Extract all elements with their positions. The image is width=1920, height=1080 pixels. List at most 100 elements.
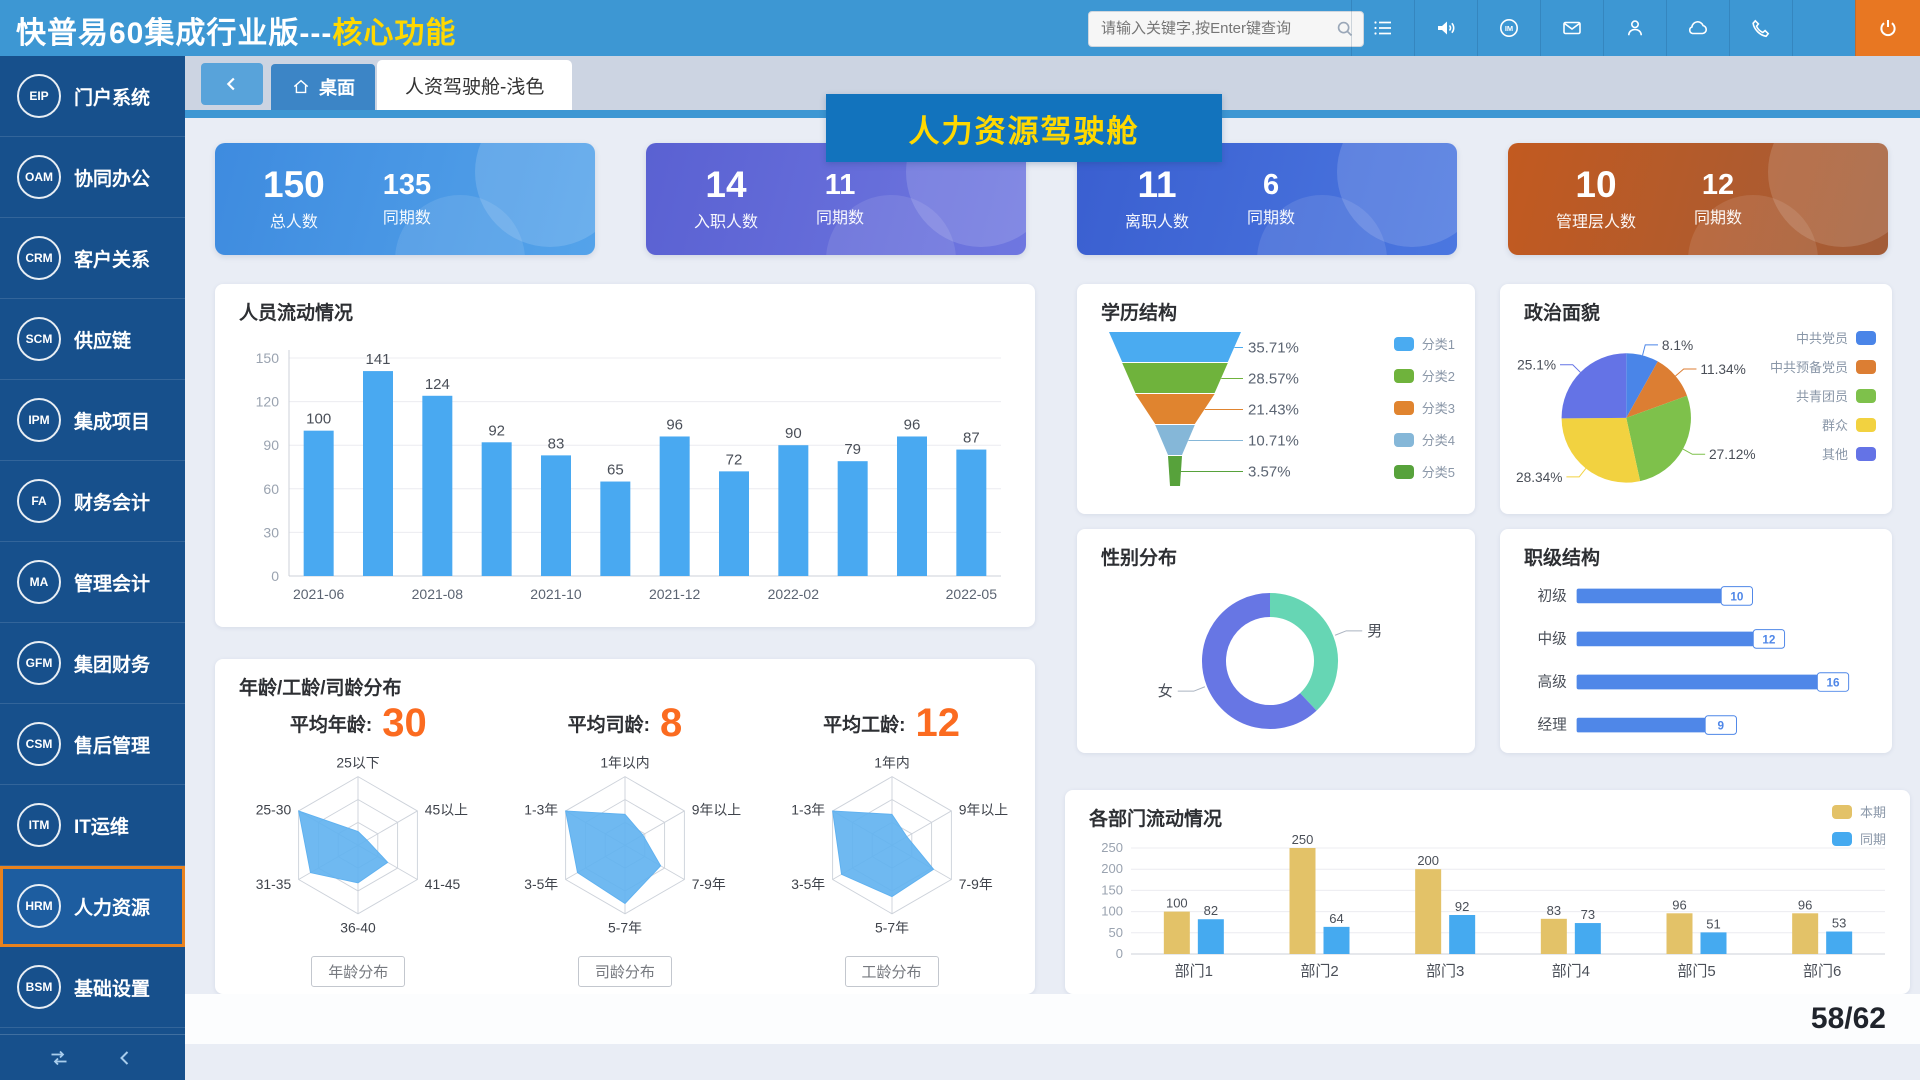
crm-badge-icon: CRM	[17, 236, 61, 280]
education-funnel-chart[interactable]: 35.71%28.57%21.43%10.71%3.57%	[1093, 326, 1343, 511]
svg-text:28.34%: 28.34%	[1516, 470, 1563, 485]
sidebar-item-oam[interactable]: OAM协同办公	[0, 137, 185, 218]
menu-list-icon[interactable]	[1351, 0, 1414, 56]
avg-age-value: 30	[382, 701, 427, 746]
kpi-total-headcount[interactable]: 150总人数 135同期数	[215, 143, 595, 255]
power-icon[interactable]	[1855, 0, 1920, 56]
back-button[interactable]	[201, 63, 263, 105]
bottom-scroll-strip[interactable]	[185, 994, 1920, 1044]
svg-text:65: 65	[607, 462, 624, 479]
legend-item[interactable]: 分类3	[1394, 398, 1455, 417]
cloud-icon[interactable]	[1666, 0, 1729, 56]
tab-hr-dashboard[interactable]: 人资驾驶舱-浅色	[377, 60, 572, 110]
im-messenger-icon[interactable]: IM	[1477, 0, 1540, 56]
back-chevron-icon	[221, 73, 243, 95]
svg-text:经理: 经理	[1538, 716, 1568, 733]
company-tenure-distribution-button[interactable]: 司龄分布	[578, 956, 672, 987]
svg-text:120: 120	[256, 394, 280, 410]
svg-text:27.12%: 27.12%	[1709, 447, 1756, 462]
sidebar-item-scm[interactable]: SCM供应链	[0, 299, 185, 380]
work-tenure-radar-group: 平均工龄:12 1年内9年以上7-9年5-7年3-5年1-3年 工龄分布	[758, 699, 1025, 987]
phone-icon[interactable]	[1729, 0, 1792, 56]
legend-item[interactable]: 中共预备党员	[1770, 357, 1876, 376]
topbar-icon-strip: IM	[1351, 0, 1920, 56]
legend-item[interactable]: 其他	[1822, 444, 1876, 463]
svg-text:2021-08: 2021-08	[412, 586, 464, 602]
svg-text:200: 200	[1101, 861, 1123, 876]
collapse-chevron-icon[interactable]	[114, 1046, 138, 1070]
svg-text:45以上: 45以上	[425, 802, 468, 818]
svg-text:部门1: 部门1	[1175, 963, 1213, 980]
svg-text:250: 250	[1101, 840, 1123, 855]
legend-item[interactable]: 共青团员	[1796, 386, 1876, 405]
avg-company-tenure-label: 平均司龄:	[568, 710, 650, 737]
sidebar-item-crm[interactable]: CRM客户关系	[0, 218, 185, 299]
political-status-pie-chart[interactable]: 8.1%11.34%27.12%28.34%25.1%	[1508, 316, 1770, 517]
svg-text:28.57%: 28.57%	[1248, 371, 1299, 388]
legend-item[interactable]: 分类1	[1394, 334, 1455, 353]
svg-text:250: 250	[1292, 834, 1314, 847]
sidebar-item-itm[interactable]: ITMIT运维	[0, 785, 185, 866]
age-radar-chart[interactable]: 25以下45以上41-4536-4031-3525-30	[232, 747, 484, 954]
app-title-accent: 核心功能	[332, 17, 456, 50]
svg-text:16: 16	[1826, 676, 1840, 689]
sidebar-item-fa[interactable]: FA财务会计	[0, 461, 185, 542]
svg-text:83: 83	[548, 435, 565, 452]
svg-text:7-9年: 7-9年	[958, 876, 992, 892]
avg-age-label: 平均年龄:	[290, 710, 372, 737]
sidebar-item-ma[interactable]: MA管理会计	[0, 542, 185, 623]
svg-text:35.71%: 35.71%	[1248, 340, 1299, 357]
tab-desktop[interactable]: 桌面	[271, 64, 375, 110]
page-indicator: 58/62	[1811, 1002, 1886, 1036]
svg-text:90: 90	[263, 437, 279, 453]
legend-item[interactable]: 分类5	[1394, 462, 1455, 481]
svg-text:30: 30	[263, 524, 279, 540]
sidebar-item-hrm[interactable]: HRM人力资源	[0, 866, 185, 947]
legend-item[interactable]: 分类2	[1394, 366, 1455, 385]
swap-horizontal-icon[interactable]	[47, 1046, 71, 1070]
svg-text:72: 72	[726, 451, 743, 468]
education-legend: 分类1 分类2 分类3 分类4 分类5	[1394, 334, 1455, 481]
speaker-icon[interactable]	[1414, 0, 1477, 56]
department-flow-title: 各部门流动情况	[1089, 804, 1222, 831]
sidebar-item-eip[interactable]: EIP门户系统	[0, 56, 185, 137]
age-distribution-button[interactable]: 年龄分布	[311, 956, 405, 987]
sidebar-item-gfm[interactable]: GFM集团财务	[0, 623, 185, 704]
department-flow-chart[interactable]: 05010015020025010082部门125064部门220092部门38…	[1085, 834, 1895, 997]
work-tenure-radar-chart[interactable]: 1年内9年以上7-9年5-7年3-5年1-3年	[766, 747, 1018, 954]
oam-badge-icon: OAM	[17, 155, 61, 199]
sidebar-item-bsm[interactable]: BSM基础设置	[0, 947, 185, 1028]
svg-text:10: 10	[1730, 590, 1744, 603]
svg-text:21.43%: 21.43%	[1248, 402, 1299, 419]
kpi-management[interactable]: 10管理层人数 12同期数	[1508, 143, 1888, 255]
search-input[interactable]	[1089, 12, 1333, 44]
education-structure-card: 学历结构 35.71%28.57%21.43%10.71%3.57% 分类1 分…	[1077, 284, 1475, 514]
sidebar-item-csm[interactable]: CSM售后管理	[0, 704, 185, 785]
user-icon[interactable]	[1603, 0, 1666, 56]
company-tenure-radar-group: 平均司龄:8 1年以内9年以上7-9年5-7年3-5年1-3年 司龄分布	[492, 699, 759, 987]
sidebar-item-ipm[interactable]: IPM集成项目	[0, 380, 185, 461]
gender-donut-chart[interactable]: 男女	[1092, 569, 1452, 752]
job-level-bar-chart[interactable]: 初级10中级12高级16经理9	[1520, 569, 1872, 756]
personnel-flow-card: 人员流动情况 030609012015010014112492836596729…	[215, 284, 1035, 627]
political-status-card: 政治面貌 8.1%11.34%27.12%28.34%25.1% 中共党员 中共…	[1500, 284, 1892, 514]
svg-text:10.71%: 10.71%	[1248, 433, 1299, 450]
legend-item[interactable]: 群众	[1822, 415, 1876, 434]
mail-icon[interactable]	[1540, 0, 1603, 56]
home-icon	[291, 77, 311, 97]
svg-text:12: 12	[1762, 633, 1776, 646]
legend-item[interactable]: 中共党员	[1796, 328, 1876, 347]
work-tenure-distribution-button[interactable]: 工龄分布	[845, 956, 939, 987]
svg-text:92: 92	[1455, 899, 1469, 914]
app-title-main: 快普易60集成行业版---	[16, 17, 332, 50]
hr-dashboard-page: 快普易60集成行业版---核心功能 IM	[0, 0, 1920, 1080]
svg-text:部门5: 部门5	[1677, 963, 1715, 980]
legend-item[interactable]: 分类4	[1394, 430, 1455, 449]
gender-distribution-card: 性别分布 男女	[1077, 529, 1475, 753]
svg-text:51: 51	[1706, 916, 1720, 931]
svg-text:部门6: 部门6	[1803, 963, 1841, 980]
legend-swatch	[1394, 337, 1414, 351]
company-tenure-radar-chart[interactable]: 1年以内9年以上7-9年5-7年3-5年1-3年	[499, 747, 751, 954]
legend-item[interactable]: 本期	[1832, 802, 1886, 821]
personnel-flow-chart[interactable]: 0306090120150100141124928365967290799687…	[239, 336, 1011, 627]
